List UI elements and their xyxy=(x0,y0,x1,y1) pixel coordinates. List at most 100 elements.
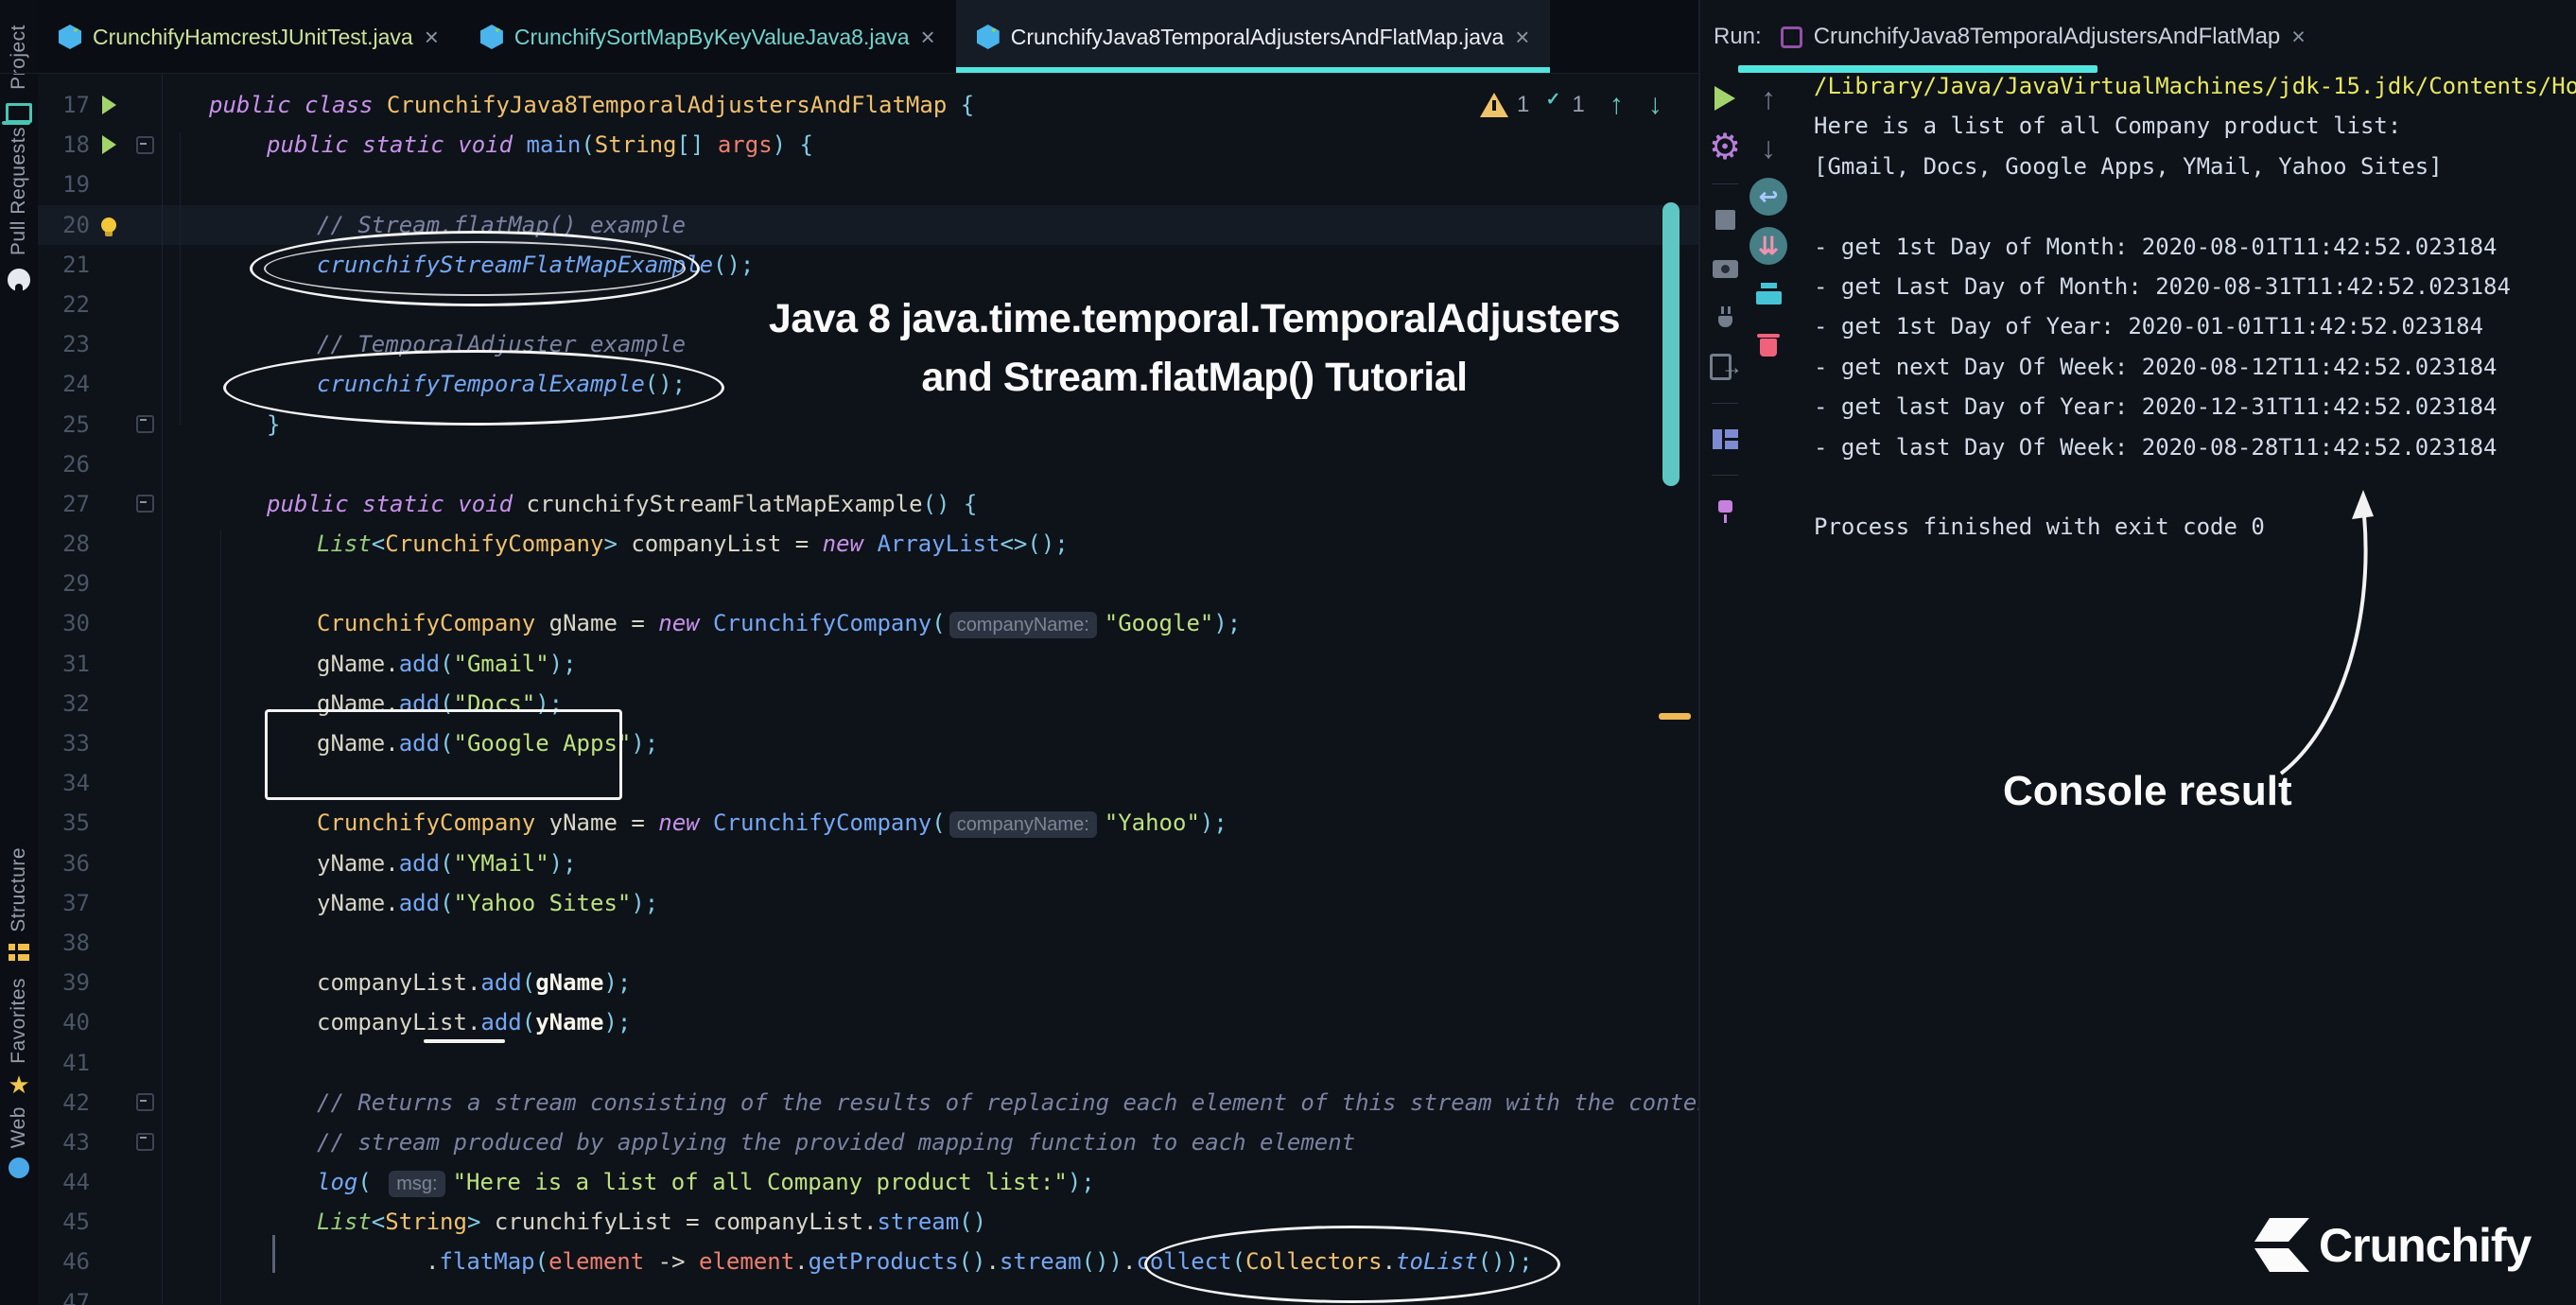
code-token: yName xyxy=(549,809,632,836)
code-token: ( xyxy=(440,730,453,757)
fold-marker-icon[interactable] xyxy=(136,136,154,154)
line-number: 47 xyxy=(38,1282,90,1305)
divider xyxy=(1706,469,1744,480)
code-line[interactable]: 43// stream produced by applying the pro… xyxy=(38,1122,1698,1162)
previous-issue-icon[interactable] xyxy=(1610,89,1624,121)
code-token: ); xyxy=(549,850,577,877)
code-line[interactable]: 35CrunchifyCompany yName = new Crunchify… xyxy=(38,803,1698,843)
code-line[interactable]: 40companyList.add(yName); xyxy=(38,1002,1698,1042)
code-line[interactable]: 30CrunchifyCompany gName = new Crunchify… xyxy=(38,603,1698,643)
code-token: (); xyxy=(645,371,686,397)
up-stack-trace-icon[interactable] xyxy=(1749,79,1787,117)
sidebar-item-web[interactable]: Web xyxy=(0,1106,38,1178)
close-icon[interactable]: × xyxy=(1515,25,1529,49)
editor-tab[interactable]: CrunchifySortMapByKeyValueJava8.java× xyxy=(460,0,956,74)
fold-marker-icon[interactable] xyxy=(136,1093,154,1111)
code-line[interactable]: 36yName.add("YMail"); xyxy=(38,844,1698,883)
fold-slot xyxy=(128,1043,163,1083)
console-line: [Gmail, Docs, Google Apps, YMail, Yahoo … xyxy=(1814,147,2576,186)
code-line[interactable]: 32gName.add("Docs"); xyxy=(38,684,1698,723)
code-line[interactable]: 47 xyxy=(38,1282,1698,1305)
editor-tab[interactable]: CrunchifyHamcrestJUnitTest.java × xyxy=(38,0,460,74)
code-line[interactable]: 27public static void crunchifyStreamFlat… xyxy=(38,484,1698,524)
code-line[interactable]: 26 xyxy=(38,444,1698,484)
code-token: String xyxy=(595,131,677,158)
close-icon[interactable]: × xyxy=(2291,24,2306,51)
code-line[interactable]: 39companyList.add(gName); xyxy=(38,963,1698,1002)
code-text: CrunchifyCompany yName = new CrunchifyCo… xyxy=(163,803,1698,843)
clear-all-icon[interactable] xyxy=(1749,325,1787,363)
console-output[interactable]: /Library/Java/JavaVirtualMachines/jdk-15… xyxy=(1814,66,2576,1305)
code-line[interactable]: 46.flatMap(element -> element.getProduct… xyxy=(38,1242,1698,1281)
code-line[interactable]: 42// Returns a stream consisting of the … xyxy=(38,1083,1698,1122)
code-line[interactable]: 28List<CrunchifyCompany> companyList = n… xyxy=(38,524,1698,564)
code-line[interactable]: 41 xyxy=(38,1043,1698,1083)
gutter-slot xyxy=(90,883,128,923)
code-token: main xyxy=(527,131,582,158)
run-tab[interactable]: CrunchifyJava8TemporalAdjustersAndFlatMa… xyxy=(1781,24,2306,51)
code-text: CrunchifyCompany gName = new CrunchifyCo… xyxy=(163,603,1698,643)
stop-icon[interactable] xyxy=(1706,200,1744,238)
fold-slot xyxy=(128,763,163,803)
code-line[interactable]: 21crunchifyStreamFlatMapExample(); xyxy=(38,245,1698,285)
scroll-to-end-icon[interactable] xyxy=(1749,227,1787,265)
close-icon[interactable]: × xyxy=(425,25,439,49)
tab-label: CrunchifyHamcrestJUnitTest.java xyxy=(93,25,413,50)
code-token: ( xyxy=(931,809,945,836)
code-token: crunchifyList xyxy=(495,1209,686,1235)
code-line[interactable]: 34 xyxy=(38,763,1698,803)
code-line[interactable]: 45List<String> crunchifyList = companyLi… xyxy=(38,1202,1698,1242)
pin-icon[interactable] xyxy=(1706,492,1744,530)
code-line[interactable]: 19 xyxy=(38,165,1698,204)
code-line[interactable]: 29 xyxy=(38,564,1698,603)
close-icon[interactable]: × xyxy=(921,25,935,49)
code-token: "Yahoo Sites" xyxy=(454,890,632,916)
code-line[interactable]: 37yName.add("Yahoo Sites"); xyxy=(38,883,1698,923)
settings-icon[interactable] xyxy=(1706,129,1744,166)
code-token: . xyxy=(385,730,398,757)
sidebar-item-pull-requests[interactable]: Pull Requests xyxy=(0,127,38,291)
inspections-widget[interactable]: 1 1 xyxy=(1480,89,1662,121)
rerun-icon[interactable] xyxy=(1706,79,1744,117)
line-number: 38 xyxy=(38,923,90,963)
run-line-icon[interactable] xyxy=(102,135,116,154)
param-hint: companyName: xyxy=(949,811,1097,838)
code-editor[interactable]: 17public class CrunchifyJava8TemporalAdj… xyxy=(38,74,1698,1305)
thread-dump-icon[interactable] xyxy=(1706,250,1744,287)
intention-bulb-icon[interactable] xyxy=(101,218,116,233)
run-line-icon[interactable] xyxy=(102,96,116,114)
console-line: - get last Day of Year: 2020-12-31T11:42… xyxy=(1814,387,2576,426)
code-line[interactable]: 17public class CrunchifyJava8TemporalAdj… xyxy=(38,85,1698,125)
annotation-underline-add xyxy=(424,1039,505,1043)
fold-slot xyxy=(128,1242,163,1281)
fold-marker-icon[interactable] xyxy=(136,495,154,513)
code-line[interactable]: 25} xyxy=(38,405,1698,444)
sidebar-item-structure[interactable]: Structure xyxy=(0,847,38,961)
code-line[interactable]: 38 xyxy=(38,923,1698,963)
soft-wrap-icon[interactable] xyxy=(1749,178,1787,216)
code-line[interactable]: 20// Stream.flatMap() example xyxy=(38,205,1698,245)
code-line[interactable]: 33gName.add("Google Apps"); xyxy=(38,723,1698,763)
fold-marker-icon[interactable] xyxy=(136,1133,154,1151)
code-token: ( xyxy=(535,1248,548,1275)
next-issue-icon[interactable] xyxy=(1648,89,1662,121)
code-line[interactable]: 18public static void main(String[] args)… xyxy=(38,125,1698,165)
sidebar-item-favorites[interactable]: Favorites xyxy=(0,978,38,1096)
print-icon[interactable] xyxy=(1749,276,1787,314)
exit-icon[interactable] xyxy=(1706,348,1744,386)
crunchify-chevron-icon xyxy=(2249,1218,2309,1273)
console-line xyxy=(1814,467,2576,507)
gutter-slot xyxy=(90,603,128,643)
fold-slot xyxy=(128,85,163,125)
code-line[interactable]: 31gName.add("Gmail"); xyxy=(38,644,1698,684)
fold-slot xyxy=(128,245,163,285)
fold-slot xyxy=(128,165,163,204)
restore-layout-icon[interactable] xyxy=(1706,420,1744,458)
down-stack-trace-icon[interactable] xyxy=(1749,129,1787,166)
attach-debugger-icon[interactable] xyxy=(1706,299,1744,337)
fold-slot xyxy=(128,1282,163,1305)
code-line[interactable]: 44log( msg:"Here is a list of all Compan… xyxy=(38,1162,1698,1202)
fold-marker-icon[interactable] xyxy=(136,415,154,433)
editor-tab[interactable]: CrunchifyJava8TemporalAdjustersAndFlatMa… xyxy=(956,0,1551,74)
code-token: crunchifyStreamFlatMapExample xyxy=(527,491,923,517)
